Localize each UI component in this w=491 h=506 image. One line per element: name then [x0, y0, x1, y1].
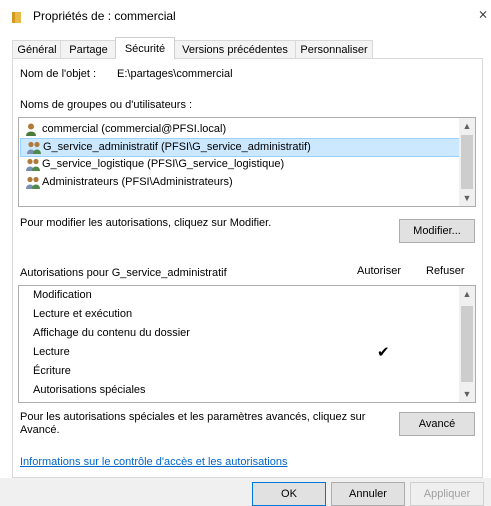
ok-button[interactable]: OK [252, 482, 326, 506]
scroll-thumb[interactable] [461, 135, 473, 189]
group-icon [27, 141, 41, 154]
permission-row: Lecture [33, 346, 70, 358]
groups-scrollbar[interactable]: ▲ ▼ [459, 118, 475, 206]
deny-header: Refuser [426, 265, 465, 277]
modify-hint: Pour modifier les autorisations, cliquez… [20, 217, 272, 229]
advanced-button[interactable]: Avancé [399, 412, 475, 436]
permission-row: Affichage du contenu du dossier [33, 327, 190, 339]
info-link[interactable]: Informations sur le contrôle d'accès et … [20, 456, 287, 468]
tab-versions-precedentes[interactable]: Versions précédentes [173, 40, 297, 59]
folder-icon [12, 12, 21, 23]
groups-listbox[interactable]: commercial (commercial@PFSI.local) G_ser… [18, 117, 476, 207]
scroll-up-icon[interactable]: ▲ [459, 286, 475, 302]
window-title: Propriétés de : commercial [33, 9, 176, 23]
permissions-scrollbar[interactable]: ▲ ▼ [459, 286, 475, 402]
user-icon [26, 123, 40, 136]
permissions-listbox: Modification Lecture et exécution Affich… [18, 285, 476, 403]
groups-label: Noms de groupes ou d'utilisateurs : [20, 99, 193, 111]
tab-securite[interactable]: Sécurité [115, 37, 175, 59]
list-item[interactable]: G_service_logistique (PFSI\G_service_log… [20, 156, 460, 173]
tab-partage[interactable]: Partage [60, 40, 117, 59]
apply-button[interactable]: Appliquer [410, 482, 484, 506]
permission-row: Autorisations spéciales [33, 384, 146, 396]
list-item[interactable]: Administrateurs (PFSI\Administrateurs) [20, 174, 460, 191]
group-icon [26, 158, 40, 171]
permission-row: Modification [33, 289, 92, 301]
list-item[interactable]: commercial (commercial@PFSI.local) [20, 121, 460, 138]
scroll-down-icon[interactable]: ▼ [459, 190, 475, 206]
tab-personnaliser[interactable]: Personnaliser [295, 40, 373, 59]
cancel-button[interactable]: Annuler [331, 482, 405, 506]
scroll-up-icon[interactable]: ▲ [459, 118, 475, 134]
list-item-selected[interactable]: G_service_administratif (PFSI\G_service_… [20, 138, 462, 157]
close-icon[interactable]: ⨯ [478, 7, 488, 21]
title-bar: Propriétés de : commercial ⨯ [0, 0, 491, 34]
tab-general[interactable]: Général [12, 40, 62, 59]
scroll-down-icon[interactable]: ▼ [459, 386, 475, 402]
advanced-hint: Pour les autorisations spéciales et les … [20, 411, 366, 436]
allow-header: Autoriser [357, 265, 402, 277]
permission-row: Lecture et exécution [33, 308, 133, 320]
object-name-label: Nom de l'objet : [20, 68, 97, 80]
object-name-value: E:\partages\commercial [117, 68, 233, 80]
permission-row: Écriture [33, 365, 71, 377]
allow-check-icon: ✔ [377, 344, 390, 361]
scroll-thumb[interactable] [461, 306, 473, 382]
modify-button[interactable]: Modifier... [399, 219, 475, 243]
group-icon [26, 176, 40, 189]
permissions-label: Autorisations pour G_service_administrat… [20, 267, 227, 279]
